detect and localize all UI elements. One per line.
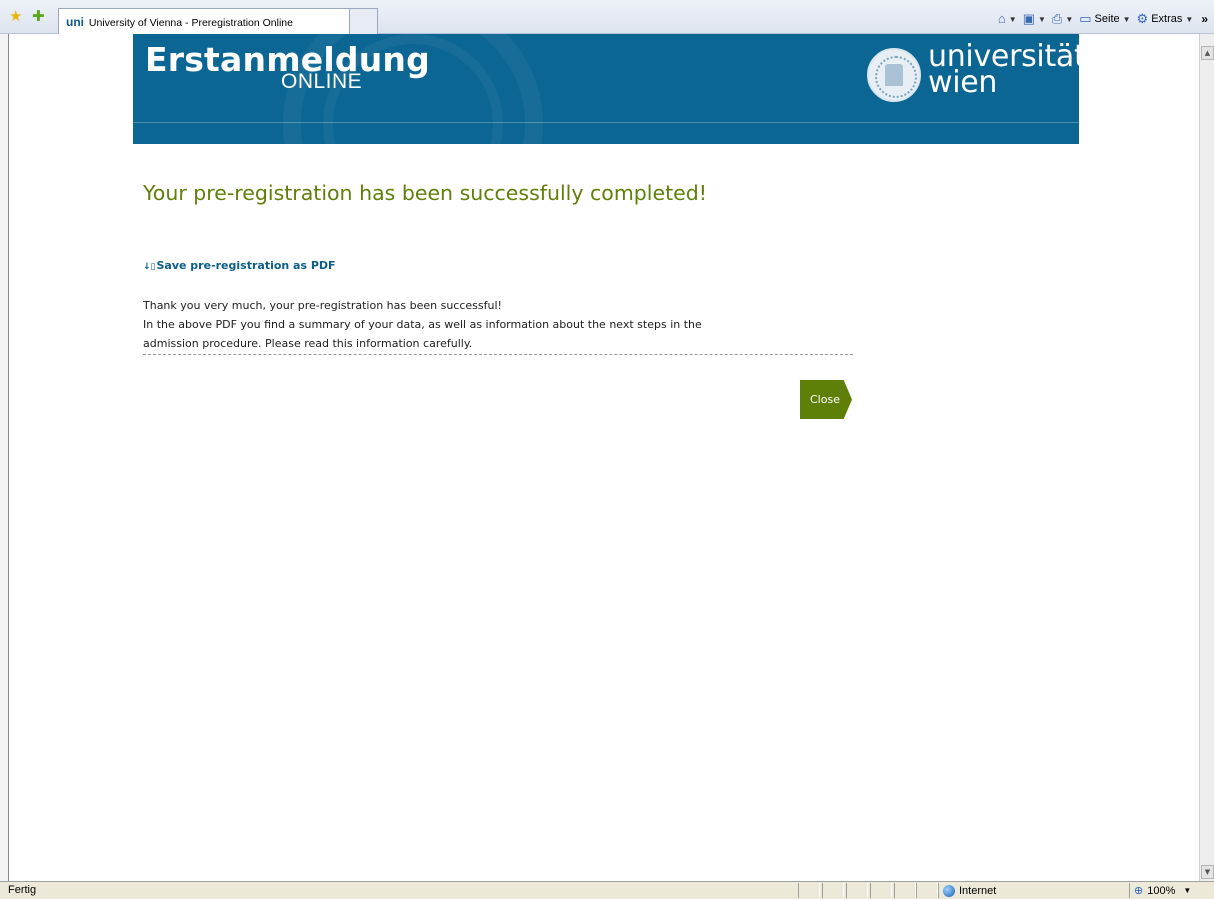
print-icon: ⎙ [1051,11,1063,26]
chevron-down-icon: ▼ [1183,886,1192,895]
tools-menu-label: Extras [1151,13,1183,25]
chevron-down-icon[interactable]: ▼ [1038,15,1046,24]
banner-subtitle: ONLINE [281,70,363,93]
scroll-up-icon[interactable]: ▲ [1201,46,1214,60]
gear-icon: ⚙ [1136,11,1149,26]
home-button[interactable]: ⌂ ▼ [998,12,1017,26]
print-button[interactable]: ⎙ ▼ [1052,12,1073,26]
status-cell [798,883,820,898]
browser-frame-left [0,34,9,881]
university-seal-icon [867,48,921,102]
scroll-down-icon[interactable]: ▼ [1201,865,1214,879]
toolbar-overflow-icon[interactable]: » [1201,12,1208,26]
message-line: In the above PDF you find a summary of y… [143,318,702,331]
chevron-down-icon: ▼ [1185,14,1194,24]
feeds-icon: ▣ [1022,11,1035,26]
tab-title: University of Vienna - Preregistration O… [88,17,293,29]
message-line: Thank you very much, your pre-registrati… [143,299,502,312]
browser-tab[interactable]: uni University of Vienna - Preregistrati… [58,8,350,34]
security-zone[interactable]: Internet [938,883,1128,898]
zoom-level: 100% [1147,884,1176,897]
globe-icon [943,884,955,897]
page-title: Your pre-registration has been successfu… [143,181,707,205]
close-button[interactable]: Close [800,380,852,419]
page-menu-label: Seite [1094,13,1120,25]
command-bar: ⌂ ▼ ▣ ▼ ⎙ ▼ ▭ Seite ▼ ⚙ Extras ▼ » [998,9,1208,29]
save-pdf-link-label: Save pre-registration as PDF [156,259,336,272]
page-menu[interactable]: ▭ Seite ▼ [1079,12,1130,26]
dashed-divider [143,354,853,355]
vertical-scrollbar[interactable]: ▲ ▼ [1199,34,1214,881]
save-pdf-link[interactable]: ↓▯Save pre-registration as PDF [143,259,336,272]
download-icon: ↓▯ [143,262,156,272]
zoom-control[interactable]: ⊕ 100% ▼ [1129,883,1191,898]
page-icon: ▭ [1079,11,1092,26]
home-icon: ⌂ [997,11,1006,26]
university-logo: universität wien [928,42,1079,98]
message-line: admission procedure. Please read this in… [143,337,473,350]
browser-toolbar: ★ ✚ uni University of Vienna - Preregist… [0,0,1214,34]
header-banner: Erstanmeldung ONLINE universität wien [133,34,1079,144]
status-cell [916,883,938,898]
status-cell [894,883,916,898]
status-cell [822,883,844,898]
zoom-icon: ⊕ [1134,885,1144,897]
banner-divider [133,122,1079,123]
status-bar: Fertig Internet ⊕ 100% ▼ [0,881,1214,899]
add-favorites-icon[interactable]: ✚ [32,7,45,25]
status-text: Fertig [8,884,37,896]
uni-favicon-icon: uni [66,15,84,29]
feeds-button[interactable]: ▣ ▼ [1023,12,1046,26]
new-tab-button[interactable] [349,8,378,34]
status-cell [846,883,868,898]
tools-menu[interactable]: ⚙ Extras ▼ [1137,12,1194,26]
chevron-down-icon[interactable]: ▼ [1009,15,1017,24]
chevron-down-icon: ▼ [1122,14,1131,24]
status-cell [870,883,892,898]
favorites-star-icon[interactable]: ★ [9,7,22,25]
chevron-down-icon[interactable]: ▼ [1065,15,1073,24]
zone-label: Internet [959,884,997,897]
confirmation-message: Thank you very much, your pre-registrati… [143,296,853,353]
